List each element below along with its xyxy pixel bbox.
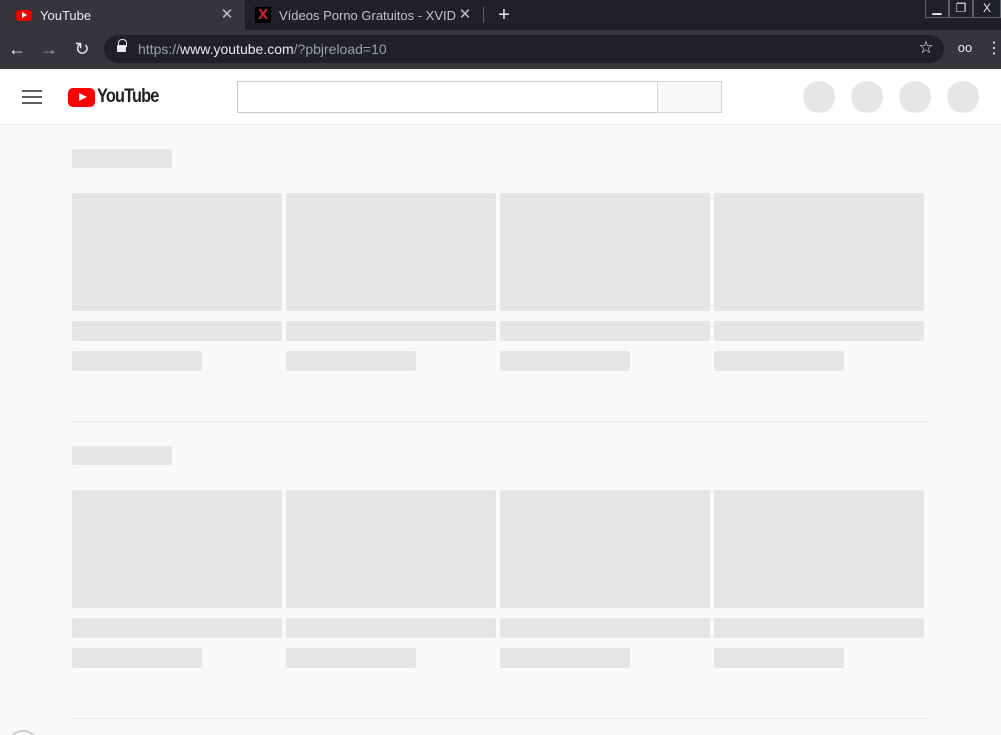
youtube-masthead: YouTube	[0, 69, 1001, 125]
video-meta-placeholder	[286, 351, 416, 371]
tab-close-icon[interactable]: ✕	[219, 7, 235, 23]
masthead-button-placeholder[interactable]	[851, 81, 883, 113]
video-thumbnail-placeholder[interactable]	[500, 193, 710, 311]
back-arrow-icon[interactable]: ←	[6, 38, 28, 60]
video-title-placeholder	[72, 618, 282, 638]
video-thumbnail-placeholder[interactable]	[286, 193, 496, 311]
browser-toolbar: ← → ↻ https://www.youtube.com/?pbjreload…	[0, 30, 1001, 69]
video-title-placeholder	[286, 321, 496, 341]
youtube-favicon-icon	[16, 9, 32, 21]
bookmark-star-icon[interactable]: ☆	[916, 38, 936, 58]
address-bar[interactable]: https://www.youtube.com/?pbjreload=10 ☆	[104, 35, 944, 63]
youtube-logo[interactable]: YouTube	[68, 86, 168, 107]
window-restore-button[interactable]: ❐	[949, 0, 973, 18]
video-thumbnail-placeholder[interactable]	[714, 490, 924, 608]
window-close-button[interactable]: X	[973, 0, 1001, 18]
video-meta-placeholder	[72, 648, 202, 668]
tab-separator	[483, 7, 484, 23]
new-tab-button[interactable]: +	[494, 5, 514, 25]
xvideos-favicon-icon: X	[255, 7, 271, 23]
url-path: /?pbjreload=10	[293, 41, 387, 57]
video-title-placeholder	[72, 321, 282, 341]
video-meta-placeholder	[500, 648, 630, 668]
window-minimize-button[interactable]: ▁	[925, 0, 949, 18]
youtube-logo-text: YouTube	[97, 86, 159, 107]
section-divider	[72, 421, 928, 422]
video-thumbnail-placeholder[interactable]	[714, 193, 924, 311]
forward-arrow-icon[interactable]: →	[38, 38, 60, 60]
search-input[interactable]	[237, 81, 658, 113]
video-thumbnail-placeholder[interactable]	[72, 193, 282, 311]
guide-menu-icon[interactable]	[22, 90, 42, 104]
video-title-placeholder	[500, 618, 710, 638]
lock-icon[interactable]	[117, 39, 127, 53]
video-title-placeholder	[286, 618, 496, 638]
video-title-placeholder	[714, 321, 924, 341]
section-title-placeholder	[72, 446, 172, 465]
reload-icon[interactable]: ↻	[71, 38, 93, 60]
video-thumbnail-placeholder[interactable]	[72, 490, 282, 608]
video-meta-placeholder	[714, 351, 844, 371]
browser-tab-bar: YouTube ✕ X Vídeos Porno Gratuitos - XVI…	[0, 0, 1001, 30]
masthead-button-placeholder[interactable]	[947, 81, 979, 113]
video-meta-placeholder	[286, 648, 416, 668]
video-meta-placeholder	[500, 351, 630, 371]
video-meta-placeholder	[714, 648, 844, 668]
youtube-play-icon	[68, 87, 95, 107]
tab-title: YouTube	[40, 7, 92, 23]
tab-close-icon[interactable]: ✕	[457, 7, 473, 23]
section-title-placeholder	[72, 149, 172, 168]
video-thumbnail-placeholder[interactable]	[286, 490, 496, 608]
incognito-icon[interactable]: oo	[955, 38, 975, 58]
video-title-placeholder	[714, 618, 924, 638]
section-divider	[72, 718, 928, 719]
loading-spinner-icon	[6, 730, 40, 735]
url-scheme: https://	[138, 41, 181, 57]
address-url[interactable]: https://www.youtube.com/?pbjreload=10	[138, 41, 387, 57]
tab-youtube[interactable]: YouTube ✕	[0, 0, 245, 30]
url-host: www.youtube.com	[180, 41, 294, 57]
masthead-button-placeholder[interactable]	[803, 81, 835, 113]
video-meta-placeholder	[72, 351, 202, 371]
masthead-button-placeholder[interactable]	[899, 81, 931, 113]
video-title-placeholder	[500, 321, 710, 341]
video-thumbnail-placeholder[interactable]	[500, 490, 710, 608]
tab-title: Vídeos Porno Gratuitos - XVIDEO	[279, 7, 457, 23]
tab-xvideos[interactable]: X Vídeos Porno Gratuitos - XVIDEO ✕	[245, 0, 483, 30]
search-button[interactable]	[657, 81, 722, 113]
browser-menu-icon[interactable]: ⋮	[986, 40, 1001, 58]
